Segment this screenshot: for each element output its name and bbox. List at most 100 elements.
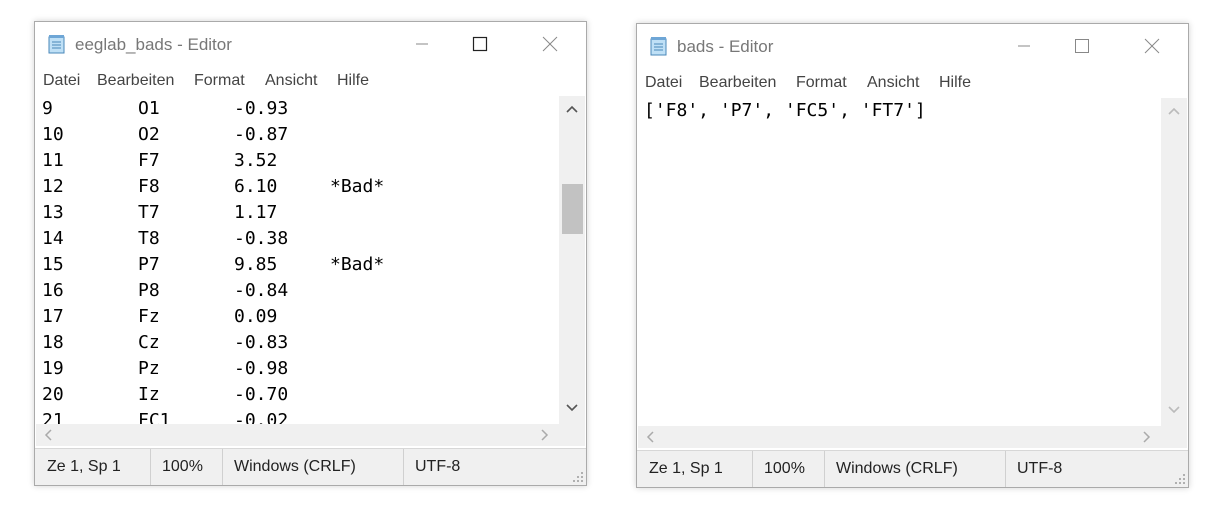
chevron-left-icon[interactable]	[646, 431, 654, 443]
chevron-down-icon[interactable]	[1168, 406, 1180, 414]
line-number: 14	[42, 228, 64, 249]
text-line: 16 P8 -0.84	[42, 278, 557, 304]
resize-grip-icon[interactable]	[572, 471, 584, 483]
text-line: 10 O2 -0.87	[42, 122, 557, 148]
line-number: 18	[42, 332, 64, 353]
channel-value: 1.17	[234, 202, 278, 223]
menu-hilfe[interactable]: Hilfe	[337, 72, 369, 90]
text-line: 21 FC1 -0.02	[42, 408, 557, 424]
menu-format[interactable]: Format	[796, 74, 847, 92]
scrollbar-corner	[559, 424, 585, 446]
channel-name: Iz	[138, 384, 160, 405]
menu-bar: Datei Bearbeiten Format Ansicht Hilfe	[35, 66, 586, 96]
channel-value: -0.98	[234, 358, 289, 379]
channel-name: P7	[138, 254, 160, 275]
chevron-up-icon[interactable]	[566, 105, 578, 113]
menu-bar: Datei Bearbeiten Format Ansicht Hilfe	[637, 68, 1188, 98]
menu-hilfe[interactable]: Hilfe	[939, 74, 971, 92]
bad-flag: *Bad*	[330, 254, 385, 275]
status-line-ending: Windows (CRLF)	[836, 460, 958, 477]
text-area[interactable]: 9 O1 -0.93 10 O2 -0.87 11 F7 3.52 12 F8 6.10 *Bad* 13…	[36, 96, 585, 424]
maximize-button[interactable]	[1060, 24, 1106, 68]
line-number: 10	[42, 124, 64, 145]
channel-value: -0.93	[234, 98, 289, 119]
text-line: 15 P7 9.85 *Bad*	[42, 252, 557, 278]
status-zoom: 100%	[162, 458, 203, 475]
menu-bearbeiten[interactable]: Bearbeiten	[699, 74, 776, 92]
channel-name: Fz	[138, 306, 160, 327]
notepad-icon	[649, 36, 669, 56]
maximize-icon	[1075, 39, 1089, 53]
minimize-button[interactable]	[400, 22, 446, 66]
line-number: 11	[42, 150, 64, 171]
channel-value: -0.84	[234, 280, 289, 301]
vertical-scrollbar[interactable]	[559, 96, 585, 424]
text-line: 9 O1 -0.93	[42, 96, 557, 122]
minimize-icon	[1018, 45, 1030, 47]
text-line: 13 T7 1.17	[42, 200, 557, 226]
close-icon	[542, 36, 558, 52]
text-line: ['F8', 'P7', 'FC5', 'FT7']	[644, 100, 926, 121]
channel-value: -0.02	[234, 410, 289, 424]
channel-name: T8	[138, 228, 160, 249]
status-cursor-position: Ze 1, Sp 1	[649, 460, 723, 477]
horizontal-scrollbar[interactable]	[638, 426, 1187, 448]
line-number: 20	[42, 384, 64, 405]
channel-name: T7	[138, 202, 160, 223]
status-cursor-position: Ze 1, Sp 1	[47, 458, 121, 475]
window-title: eeglab_bads - Editor	[75, 35, 232, 54]
line-number: 15	[42, 254, 64, 275]
channel-value: -0.83	[234, 332, 289, 353]
status-bar: Ze 1, Sp 1 100% Windows (CRLF) UTF-8	[35, 448, 586, 485]
horizontal-scrollbar[interactable]	[36, 424, 585, 446]
text-line: 20 Iz -0.70	[42, 382, 557, 408]
line-number: 16	[42, 280, 64, 301]
close-button[interactable]	[528, 22, 574, 66]
maximize-button[interactable]	[458, 22, 504, 66]
chevron-up-icon[interactable]	[1168, 107, 1180, 115]
minimize-icon	[416, 43, 428, 45]
channel-name: O1	[138, 98, 160, 119]
menu-datei[interactable]: Datei	[645, 74, 682, 92]
channel-name: P8	[138, 280, 160, 301]
text-area[interactable]: ['F8', 'P7', 'FC5', 'FT7']	[638, 98, 1187, 426]
channel-name: Cz	[138, 332, 160, 353]
line-number: 12	[42, 176, 64, 197]
menu-datei[interactable]: Datei	[43, 72, 80, 90]
title-bar[interactable]: eeglab_bads - Editor	[35, 22, 586, 66]
title-bar[interactable]: bads - Editor	[637, 24, 1188, 68]
text-content[interactable]: 9 O1 -0.93 10 O2 -0.87 11 F7 3.52 12 F8 6.10 *Bad* 13…	[42, 96, 557, 424]
line-number: 19	[42, 358, 64, 379]
close-icon	[1144, 38, 1160, 54]
channel-name: F8	[138, 176, 160, 197]
menu-ansicht[interactable]: Ansicht	[867, 74, 919, 92]
notepad-icon	[47, 34, 67, 54]
line-number: 17	[42, 306, 64, 327]
chevron-right-icon[interactable]	[541, 429, 549, 441]
channel-value: 6.10	[234, 176, 278, 197]
status-encoding: UTF-8	[415, 458, 461, 475]
close-button[interactable]	[1130, 24, 1176, 68]
text-line: 12 F8 6.10 *Bad*	[42, 174, 557, 200]
menu-bearbeiten[interactable]: Bearbeiten	[97, 72, 174, 90]
editor-window-eeglab-bads[interactable]: eeglab_bads - Editor Datei Bearbeiten Fo…	[34, 21, 587, 486]
scrollbar-thumb[interactable]	[562, 183, 583, 234]
text-content[interactable]: ['F8', 'P7', 'FC5', 'FT7']	[644, 98, 1159, 426]
menu-format[interactable]: Format	[194, 72, 245, 90]
status-bar: Ze 1, Sp 1 100% Windows (CRLF) UTF-8	[637, 450, 1188, 487]
bad-flag: *Bad*	[330, 176, 385, 197]
chevron-down-icon[interactable]	[566, 404, 578, 412]
chevron-right-icon[interactable]	[1143, 431, 1151, 443]
resize-grip-icon[interactable]	[1174, 473, 1186, 485]
editor-window-bads[interactable]: bads - Editor Datei Bearbeiten Format An…	[636, 23, 1189, 488]
channel-name: Pz	[138, 358, 160, 379]
vertical-scrollbar[interactable]	[1161, 98, 1187, 426]
chevron-left-icon[interactable]	[44, 429, 52, 441]
menu-ansicht[interactable]: Ansicht	[265, 72, 317, 90]
maximize-icon	[472, 36, 488, 52]
channel-value: 9.85	[234, 254, 278, 275]
channel-value: -0.70	[234, 384, 289, 405]
channel-value: -0.87	[234, 124, 289, 145]
channel-value: -0.38	[234, 228, 289, 249]
minimize-button[interactable]	[1002, 24, 1048, 68]
